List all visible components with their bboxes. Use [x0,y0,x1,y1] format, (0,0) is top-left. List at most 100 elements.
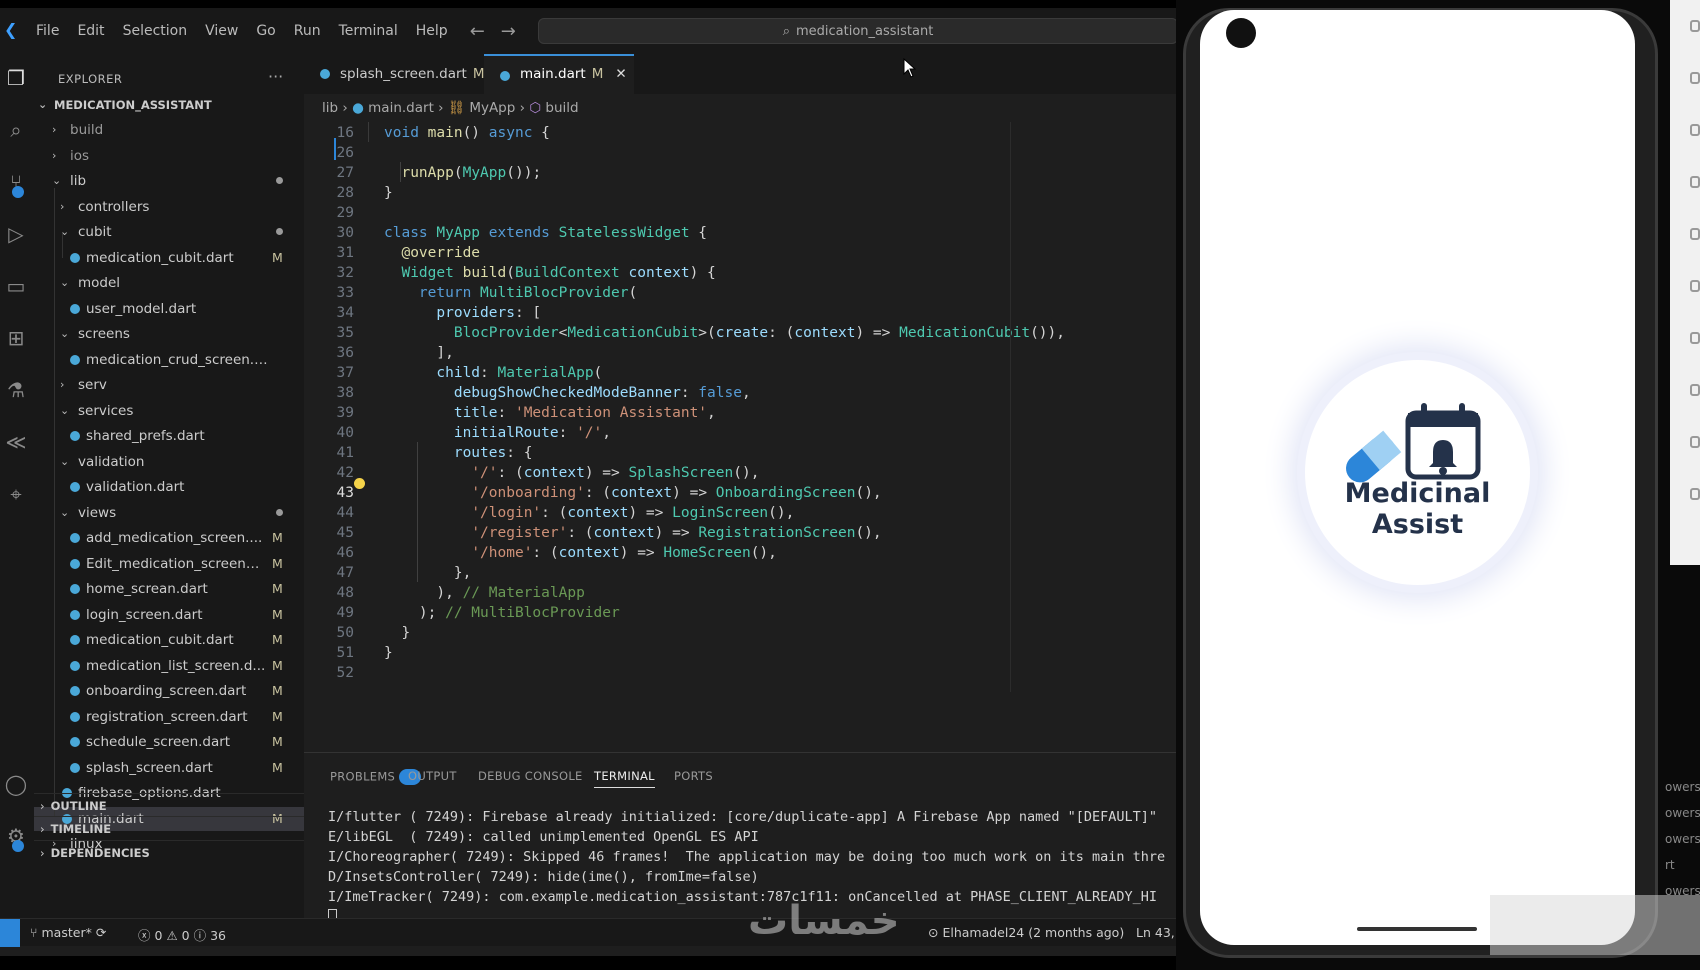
lightbulb-icon[interactable] [354,478,365,489]
folder-item[interactable]: ⌄ screens [34,322,304,346]
folder-item[interactable]: ⌄ cubit [34,220,304,244]
file-item[interactable]: Edit_medication_screenC... M [34,552,304,576]
breadcrumb-class[interactable]: MyApp [469,100,515,116]
code-editor[interactable]: 16 26 27 28 29 30 31 32 33 34 35 36 37 38 39 40 41 42 43 44… [304,122,1176,744]
run-debug-icon[interactable]: ▷ [2,220,30,248]
git-modified-badge: M [272,632,283,647]
remote-explorer-icon[interactable]: ▭ [2,272,30,300]
tree-item-label: user_model.dart [86,300,197,317]
terminal-line: I/Choreographer( 7249): Skipped 46 frame… [328,849,1166,865]
folder-item[interactable]: ⌄ model [34,271,304,295]
code-indent-guide [400,162,401,182]
warning-icon: ⚠ [166,928,178,943]
close-tab-icon[interactable]: ✕ [615,66,626,82]
command-center-search[interactable]: ⌕ medication_assistant [538,18,1178,44]
extensions-icon[interactable]: ⊞ [2,324,30,352]
menu-terminal[interactable]: Terminal [339,23,398,39]
folder-item[interactable]: › serv [34,373,304,397]
back-icon[interactable] [1690,332,1700,344]
menu-run[interactable]: Run [294,23,321,39]
tab-main-dart[interactable]: main.dart M ✕ [484,54,634,94]
menu-go[interactable]: Go [256,23,275,39]
screenshot-icon[interactable] [1690,228,1700,240]
folder-item[interactable]: ⌄ views [34,501,304,525]
home-icon[interactable] [1690,384,1700,396]
line-number: 37 [336,365,354,381]
account-icon[interactable]: ◯ [2,770,30,798]
dart-file-icon [70,354,80,365]
status-bar: ⑂ master* ⟳ ⓧ 0 ⚠ 0 ⓘ 36 ⊙ Elhamadel24 (… [0,918,1187,947]
file-item[interactable]: schedule_screen.dart M [34,730,304,754]
menu-file[interactable]: File [36,23,59,39]
menu-view[interactable]: View [205,23,238,39]
folder-item[interactable]: › ios [34,144,304,168]
line-number: 42 [336,465,354,481]
chevron-right-icon: › [40,846,45,860]
file-item[interactable]: shared_prefs.dart [34,424,304,448]
tab-terminal[interactable]: TERMINAL [594,769,655,788]
tab-ports[interactable]: PORTS [674,769,713,783]
mouse-pointer-icon [903,58,917,78]
menu-edit[interactable]: Edit [77,23,104,39]
phone-screen[interactable]: Medicinal Assist [1200,10,1635,945]
explorer-icon[interactable]: ❐ [2,64,30,92]
forward-arrow-icon[interactable]: → [501,21,516,42]
outline-section[interactable]: › OUTLINE [34,793,304,817]
code-line: ); // MultiBlocProvider [384,605,620,621]
file-item[interactable]: login_screen.dart M [34,603,304,627]
rotate-icon[interactable] [1690,176,1700,188]
menu-help[interactable]: Help [416,23,448,39]
file-item[interactable]: user_model.dart [34,297,304,321]
remote-indicator[interactable] [0,919,20,947]
overview-icon[interactable] [1690,436,1700,448]
menu-selection[interactable]: Selection [123,23,188,39]
git-modified-badge: M [272,683,283,698]
problems-indicator[interactable]: ⓧ 0 ⚠ 0 ⓘ 36 [138,925,226,944]
preview-icon[interactable]: ⌖ [2,480,30,508]
file-item[interactable]: add_medication_screen.... M [34,526,304,550]
volume-down-icon[interactable] [1690,124,1700,136]
testing-icon[interactable]: ⚗ [2,376,30,404]
breadcrumb-file[interactable]: main.dart [368,100,434,116]
tab-output[interactable]: OUTPUT [408,769,457,783]
timeline-section[interactable]: › TIMELINE [34,816,304,840]
file-item[interactable]: onboarding_screen.dart M [34,679,304,703]
code-line: return MultiBlocProvider( [418,285,638,301]
flutter-icon[interactable]: ≪ [2,428,30,456]
folder-item[interactable]: ⌄ lib [34,169,304,193]
folder-item[interactable]: ⌄ validation [34,450,304,474]
file-item[interactable]: medication_cubit.dart M [34,628,304,652]
code-line: routes: { [453,445,533,461]
more-actions-icon[interactable]: ··· [268,67,283,86]
branch-indicator[interactable]: ⑂ master* ⟳ [30,925,106,940]
tree-item-label: home_screan.dart [86,581,208,597]
breadcrumb-method[interactable]: build [545,100,578,116]
file-item[interactable]: splash_screen.dart M [34,756,304,780]
git-blame[interactable]: ⊙ Elhamadel24 (2 months ago) [928,925,1124,940]
folder-item[interactable]: ⌄ services [34,399,304,423]
code-line: child: MaterialApp( [436,365,603,381]
file-item[interactable]: registration_screen.dart M [34,705,304,729]
zoom-icon[interactable] [1690,280,1700,292]
file-item[interactable]: medication_cubit.dart M [34,246,304,270]
tab-splash-screen[interactable]: splash_screen.dart M [304,54,484,94]
file-item[interactable]: medication_crud_screen.dart [34,348,304,372]
search-icon[interactable]: ⌕ [2,116,30,144]
file-item[interactable]: medication_list_screen.d... M [34,654,304,678]
tab-debug-console[interactable]: DEBUG CONSOLE [478,769,583,783]
line-number: 32 [336,265,354,281]
folder-item[interactable]: › build [34,118,304,142]
file-item[interactable]: validation.dart [34,475,304,499]
power-icon[interactable] [1690,20,1700,32]
more-icon[interactable] [1690,488,1700,500]
explorer-root[interactable]: ⌄ MEDICATION_ASSISTANT [34,93,304,117]
dependencies-section[interactable]: › DEPENDENCIES [34,840,304,864]
gesture-home-bar[interactable] [1357,927,1477,931]
file-item[interactable]: home_screan.dart M [34,577,304,601]
volume-up-icon[interactable] [1690,72,1700,84]
git-modified-badge: M [272,708,283,724]
breadcrumb-lib[interactable]: lib [322,100,338,116]
app-name-line2: Assist [1371,509,1464,540]
back-arrow-icon[interactable]: ← [470,21,485,42]
folder-item[interactable]: › controllers [34,195,304,219]
